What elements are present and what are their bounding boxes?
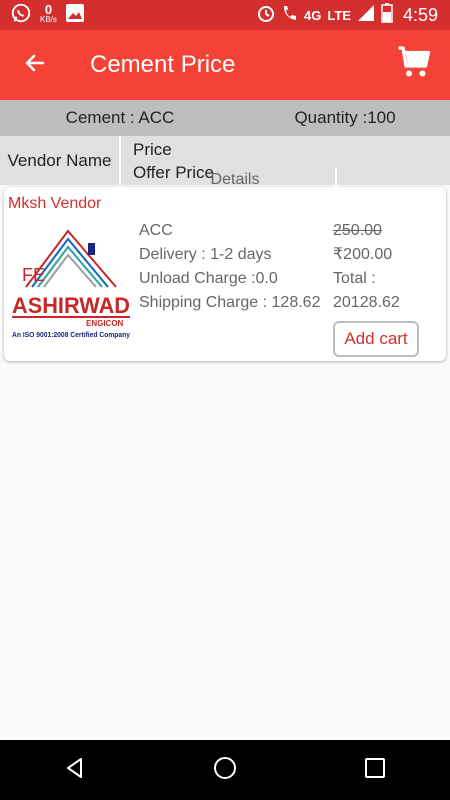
call-icon	[282, 4, 298, 27]
battery-icon	[381, 2, 393, 28]
shipping-charge: Shipping Charge : 128.62	[139, 294, 321, 311]
nav-back-button[interactable]	[45, 740, 105, 800]
data-speed: 0 KB/s	[40, 2, 57, 25]
quantity-label: Quantity :100	[294, 108, 396, 127]
app-bar: Cement Price	[0, 30, 450, 100]
image-icon	[65, 3, 85, 28]
network-type: 4G	[304, 7, 322, 23]
add-cart-button[interactable]: Add cart	[333, 321, 419, 357]
total-value: 20128.62	[333, 294, 400, 311]
brand-name: ACC	[139, 222, 173, 239]
signal-icon	[357, 4, 375, 27]
logo-fe-text: FE	[22, 265, 45, 285]
original-price: 250.00	[333, 222, 382, 239]
whatsapp-icon	[10, 2, 32, 29]
logo-brand-text: ASHIRWAD	[12, 293, 130, 318]
circle-home-icon	[212, 755, 238, 786]
unload-charge: Unload Charge :0.0	[139, 270, 278, 287]
clock: 4:59	[402, 4, 438, 25]
vendor-details: ACC Delivery : 1-2 days Unload Charge :0…	[139, 219, 329, 315]
nav-home-button[interactable]	[195, 740, 255, 800]
logo-sub-text: ENGICON	[86, 319, 124, 328]
data-speed-unit: KB/s	[40, 15, 57, 24]
lte-label: LTE	[327, 7, 351, 23]
table-header: Vendor Name Details Price Offer Price	[0, 136, 450, 192]
nav-recents-button[interactable]	[345, 740, 405, 800]
cart-button[interactable]	[380, 30, 450, 100]
alarm-icon	[256, 3, 276, 28]
cement-label: Cement : ACC	[65, 108, 175, 127]
vendor-card[interactable]: Mksh Vendor FE ASHIRWAD ENGICON An ISO 9…	[4, 187, 446, 361]
vendor-logo: FE ASHIRWAD ENGICON An ISO 9001:2008 Cer…	[8, 219, 136, 341]
total-label: Total :	[333, 270, 376, 287]
header-price-label: Price	[133, 139, 172, 159]
vendor-pricing: 250.00 ₹200.00 Total : 20128.62	[333, 219, 441, 315]
page-title: Cement Price	[90, 51, 236, 78]
square-recents-icon	[364, 757, 386, 784]
order-summary-bar: Cement : ACC Quantity :100	[0, 100, 450, 136]
delivery-time: Delivery : 1-2 days	[139, 246, 272, 263]
system-nav-bar	[0, 740, 450, 800]
header-vendor-name: Vendor Name	[0, 136, 121, 185]
back-button[interactable]	[0, 30, 70, 100]
offer-price: ₹200.00	[333, 246, 393, 263]
shopping-cart-icon	[397, 45, 433, 86]
triangle-back-icon	[63, 756, 87, 785]
data-speed-value: 0	[44, 2, 53, 17]
vendor-name: Mksh Vendor	[8, 195, 102, 212]
logo-cert-text: An ISO 9001:2008 Certified Company	[12, 332, 130, 339]
arrow-back-icon	[23, 51, 47, 80]
status-bar: 0 KB/s 4G LTE 4:59	[0, 0, 450, 30]
